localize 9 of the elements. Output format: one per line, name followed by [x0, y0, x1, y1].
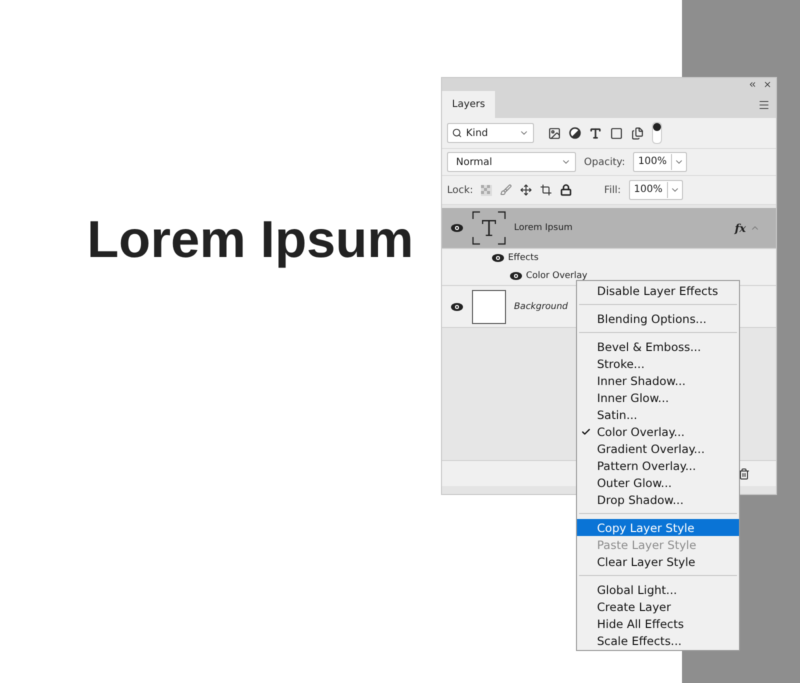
layer-name: Background [514, 302, 569, 312]
fill-label: Fill: [604, 184, 621, 196]
fx-label: fx [734, 222, 746, 234]
effects-label: Effects [508, 253, 539, 263]
layer-name: Lorem Ipsum [514, 223, 574, 233]
effect-name: Color Overlay [526, 271, 588, 281]
lock-label: Lock: [447, 184, 474, 196]
opacity-label: Opacity: [584, 156, 626, 168]
canvas-heading: Lorem Ipsum [87, 212, 414, 270]
